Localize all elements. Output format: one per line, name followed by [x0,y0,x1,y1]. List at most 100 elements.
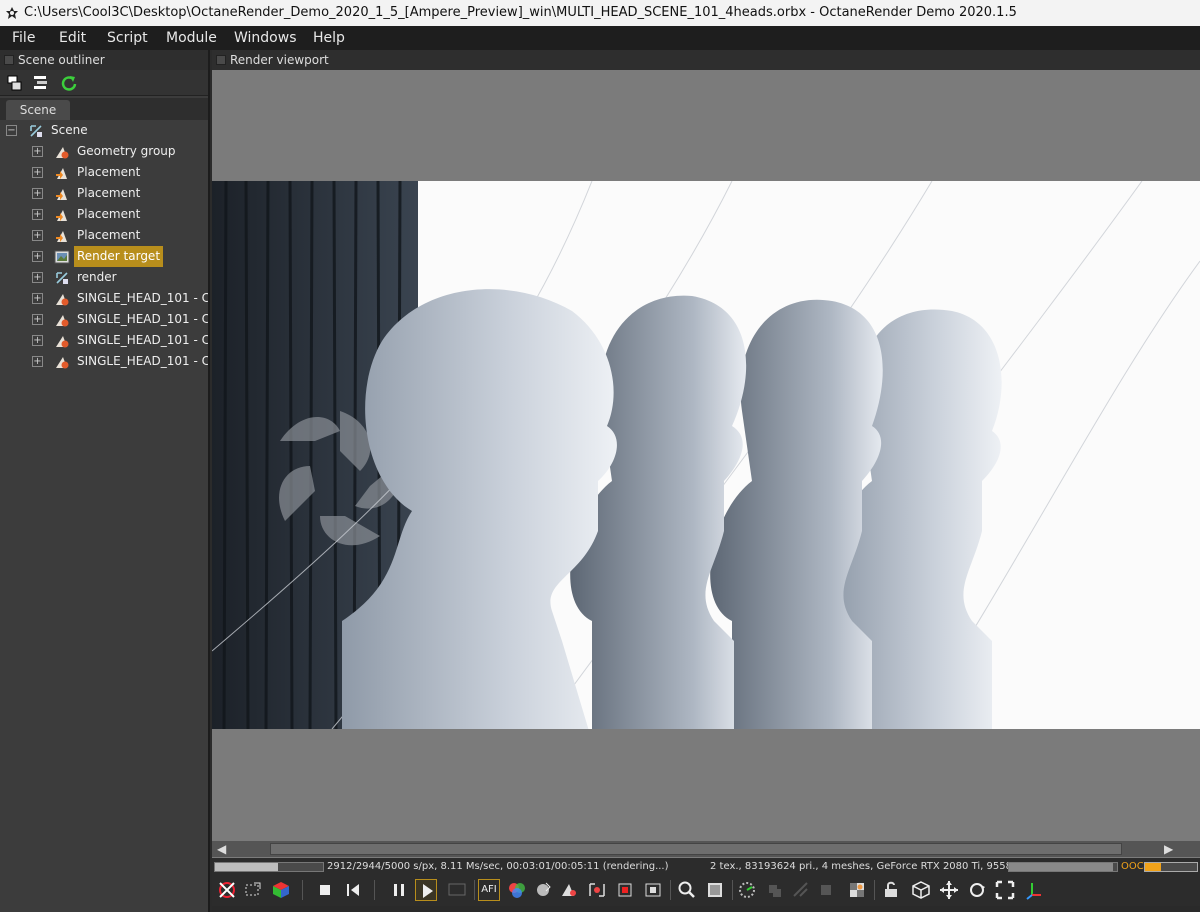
expand-icon[interactable]: + [32,209,43,220]
ooc-memory-bar [1144,862,1198,872]
copy-to-clipboard-icon[interactable] [704,879,726,901]
scene-outliner-title: Scene outliner [18,53,105,67]
viewport-canvas-area[interactable] [212,70,1200,886]
expand-icon[interactable]: + [32,356,43,367]
color-cube-icon[interactable] [270,879,292,901]
ooc-label: OOC [1121,861,1144,872]
render-progress-bar [214,862,324,872]
whitebalance-picker-icon[interactable] [642,879,664,901]
tree-node[interactable]: + Placement [0,225,208,246]
stop-render-icon[interactable] [314,879,336,901]
render-priority-icon[interactable] [736,879,758,901]
rotate-gizmo-icon[interactable] [966,879,988,901]
expand-icon[interactable]: + [32,314,43,325]
afi-toggle-button[interactable]: AFI [478,879,500,901]
expand-icon[interactable]: + [32,188,43,199]
scene-outliner-panel: Scene outliner Scene − Scene + Geometry … [0,50,210,912]
region-render-icon[interactable] [242,879,264,901]
tab-scene[interactable]: Scene [6,100,70,120]
tree-node[interactable]: + Placement [0,183,208,204]
object-picker-icon[interactable] [558,879,580,901]
world-axis-icon[interactable] [1022,879,1044,901]
tree-label: Placement [77,228,141,242]
viewport-horizontal-scrollbar[interactable]: ◀ ▶ [212,841,1200,857]
recenter-view-icon[interactable] [216,879,238,901]
move-gizmo-icon[interactable] [938,879,960,901]
dock-handle-icon[interactable] [4,55,14,65]
color-picker-icon[interactable] [506,879,528,901]
expand-icon[interactable]: + [32,272,43,283]
expand-all-icon[interactable] [6,74,24,92]
toolbar-separator [874,880,875,900]
material-picker-icon[interactable] [532,879,554,901]
tree-node[interactable]: + SINGLE_HEAD_101 - Cop [0,288,208,309]
scene-outliner-header: Scene outliner [0,50,208,70]
tree-node[interactable]: + SINGLE_HEAD_101 - Cop [0,309,208,330]
tree-node[interactable]: + Geometry group [0,141,208,162]
decal-wireframe-icon[interactable] [816,879,838,901]
checker-background-icon[interactable] [846,879,868,901]
pause-render-icon[interactable] [388,879,410,901]
render-kernel-icon [56,272,68,284]
tree-node[interactable]: + Placement [0,204,208,225]
expand-icon[interactable]: + [32,146,43,157]
geometry-group-icon [56,147,69,159]
render-status-bar: 2912/2944/5000 s/px, 8.11 Ms/sec, 00:03:… [212,858,1200,876]
menu-module[interactable]: Module [166,26,217,50]
toolbar-separator [302,880,303,900]
scroll-right-icon[interactable]: ▶ [1164,842,1173,856]
menu-help[interactable]: Help [313,26,345,50]
tree-label-scene: Scene [51,123,88,137]
expand-icon[interactable]: + [32,293,43,304]
scroll-left-icon[interactable]: ◀ [217,842,226,856]
tree-label: SINGLE_HEAD_101 - Cop [77,333,208,347]
subsample-icon[interactable] [790,879,812,901]
tree-node[interactable]: + SINGLE_HEAD_101 - Cop [0,351,208,372]
menu-file[interactable]: File [12,26,35,50]
dock-handle-icon[interactable] [216,55,226,65]
expand-icon[interactable]: + [32,167,43,178]
menu-script[interactable]: Script [107,26,148,50]
placement-icon [56,210,67,221]
tree-node[interactable]: + SINGLE_HEAD_101 - Cop [0,330,208,351]
menu-edit[interactable]: Edit [59,26,86,50]
tree-node[interactable]: + render [0,267,208,288]
tree-node[interactable]: + Placement [0,162,208,183]
tree-root-scene[interactable]: − Scene [0,120,208,141]
mesh-icon [56,336,69,348]
clay-mode-icon[interactable] [764,879,786,901]
toolbar-separator [670,880,671,900]
tree-node-selected[interactable]: + Render target [0,246,208,267]
scale-gizmo-icon[interactable] [994,879,1016,901]
lock-viewport-icon[interactable] [880,879,902,901]
expand-icon[interactable]: + [32,251,43,262]
render-image[interactable] [212,181,1200,729]
realtime-icon[interactable] [446,879,468,901]
scrollbar-thumb[interactable] [270,843,1122,855]
tree-label: SINGLE_HEAD_101 - Cop [77,312,208,326]
focus-picker-icon[interactable] [614,879,636,901]
tree-label: SINGLE_HEAD_101 - Cop [77,291,208,305]
toolbar-separator [474,880,475,900]
expand-icon[interactable]: + [32,230,43,241]
window-title: C:\Users\Cool3C\Desktop\OctaneRender_Dem… [24,5,1017,20]
tree-label: Placement [77,207,141,221]
collapse-all-icon[interactable] [32,74,50,92]
gpu-memory-bar [1008,862,1118,872]
viewport-cube-icon[interactable] [910,879,932,901]
window-title-bar: C:\Users\Cool3C\Desktop\OctaneRender_Dem… [0,0,1200,26]
render-toolbar: AFI [212,876,1200,906]
mesh-icon [56,357,69,369]
render-viewport-panel: Render viewport ◀ ▶ 2912/2944/5000 s/px,… [212,50,1200,912]
menu-bar: File Edit Script Module Windows Help [0,26,1200,50]
restart-render-icon[interactable] [342,879,364,901]
collapse-icon[interactable]: − [6,125,17,136]
start-render-icon[interactable] [415,879,437,901]
menu-windows[interactable]: Windows [234,26,297,50]
expand-icon[interactable]: + [32,335,43,346]
zoom-icon[interactable] [676,879,698,901]
toolbar-separator [732,880,733,900]
camera-target-picker-icon[interactable] [586,879,608,901]
mesh-icon [56,294,69,306]
refresh-icon[interactable] [60,74,78,92]
